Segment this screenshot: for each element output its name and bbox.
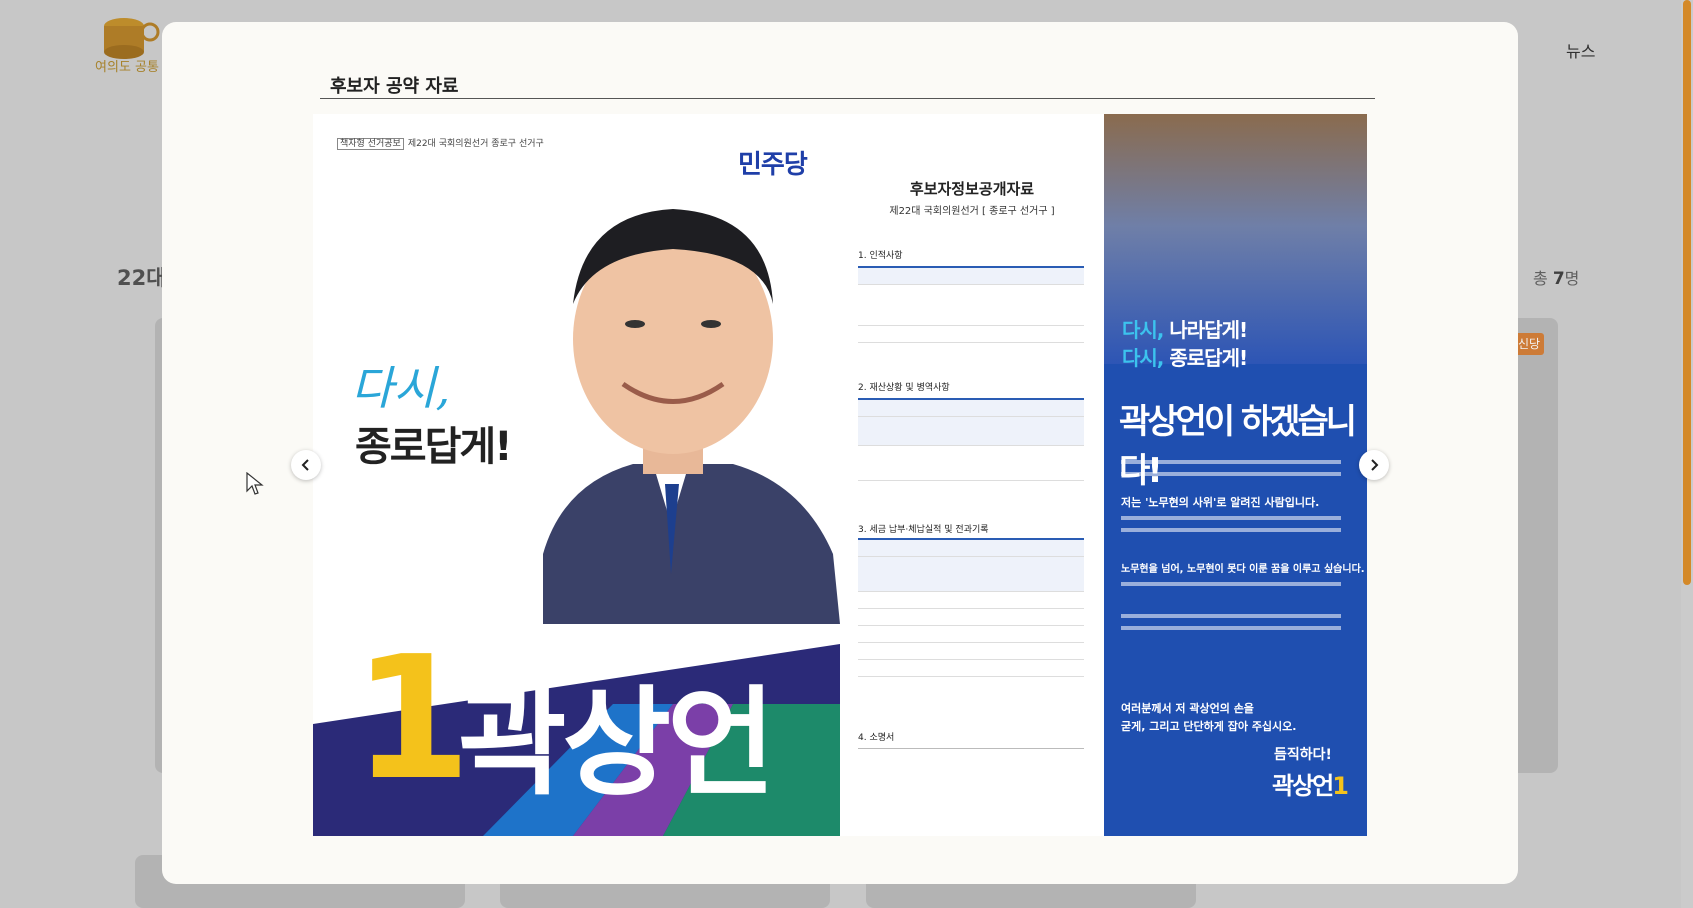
photo-slogan-1: 다시, 나라답게!	[1122, 314, 1248, 343]
text-block	[1121, 582, 1341, 586]
photo-end-motto: 듬직하다!	[1274, 747, 1332, 763]
table-row	[858, 268, 1084, 285]
photo-slogan-2: 다시, 종로답게!	[1122, 342, 1248, 371]
photo-end-name: 곽상언1	[1272, 766, 1349, 801]
table-row	[858, 540, 1084, 557]
photo-slogan-2-prefix: 다시,	[1122, 346, 1164, 370]
table-row	[858, 417, 1084, 446]
assets-table	[858, 398, 1084, 481]
photo-end-name-text: 곽상언	[1272, 772, 1334, 800]
photo-bold-4: 굳게, 그리고 단단하게 잡아 주십시오.	[1121, 720, 1297, 733]
title-divider	[320, 98, 1375, 99]
carousel-next-button[interactable]	[1359, 450, 1389, 480]
table-row	[858, 326, 1084, 343]
section-statement: 4. 소명서	[858, 733, 895, 743]
text-block	[1121, 614, 1341, 618]
chevron-right-icon	[1371, 459, 1379, 471]
photo-bold-2: 노무현을 넘어, 노무현이 못다 이룬 꿈을 이루고 싶습니다.	[1121, 564, 1365, 575]
poster-cover: 책자형 선거공보 제22대 국회의원선거 종로구 선거구 민주당 다시, 종로답게…	[313, 114, 840, 836]
tax-table	[858, 538, 1084, 677]
photo-bold-1: 저는 '노무현의 사위'로 알려진 사람입니다.	[1121, 496, 1320, 509]
text-block	[1121, 460, 1341, 464]
disclosure-subtitle: 제22대 국회의원선거 [ 종로구 선거구 ]	[889, 206, 1055, 217]
poster-label-box: 책자형 선거공보	[337, 138, 404, 150]
modal-title: 후보자 공약 자료	[330, 76, 459, 97]
candidate-number: 1	[353, 620, 472, 818]
poster-label-text: 제22대 국회의원선거 종로구 선거구	[407, 139, 544, 149]
table-row	[858, 643, 1084, 660]
photo-end-number: 1	[1332, 772, 1349, 800]
text-block	[1121, 516, 1341, 520]
photo-slogan-1-prefix: 다시,	[1122, 318, 1164, 342]
candidate-portrait-image	[543, 209, 840, 624]
table-row	[858, 609, 1084, 626]
table-row	[858, 626, 1084, 643]
candidate-name: 곽상언	[458, 674, 776, 812]
section-tax: 3. 세금 납부·체납실적 및 전과기록	[858, 525, 989, 535]
text-block	[1121, 626, 1341, 630]
table-row	[858, 660, 1084, 677]
section-assets: 2. 재산상황 및 병역사항	[858, 383, 950, 393]
personal-info-table	[858, 266, 1084, 343]
photo-bold-3: 여러분께서 저 곽상언의 손을	[1121, 702, 1254, 715]
table-row	[858, 446, 1084, 481]
table-row	[858, 557, 1084, 592]
section-personal: 1. 인적사항	[858, 251, 903, 261]
table-row	[858, 400, 1084, 417]
campaign-photo-panel: 다시, 나라답게! 다시, 종로답게! 곽상언이 하겠습니다! 저는 '노무현의…	[1104, 114, 1367, 836]
photo-slogan-1-rest: 나라답게!	[1163, 318, 1248, 342]
chevron-left-icon	[301, 459, 309, 471]
photo-slogan-2-rest: 종로답게!	[1163, 346, 1248, 370]
poster-top-label: 책자형 선거공보 제22대 국회의원선거 종로구 선거구	[337, 136, 544, 150]
statement-area	[858, 748, 1084, 749]
table-row	[858, 285, 1084, 326]
poster-slogan-2: 종로답게!	[355, 424, 512, 470]
disclosure-title: 후보자정보공개자료	[909, 180, 1035, 198]
disclosure-page: 후보자정보공개자료 제22대 국회의원선거 [ 종로구 선거구 ] 1. 인적사…	[840, 114, 1104, 836]
text-block	[1121, 528, 1341, 532]
carousel-prev-button[interactable]	[291, 450, 321, 480]
poster-slogan-1: 다시,	[351, 361, 451, 415]
text-block	[1121, 472, 1341, 476]
mouse-cursor-icon	[246, 472, 264, 495]
photo-headline: 곽상언이 하겠습니다!	[1119, 402, 1357, 491]
table-row	[858, 592, 1084, 609]
